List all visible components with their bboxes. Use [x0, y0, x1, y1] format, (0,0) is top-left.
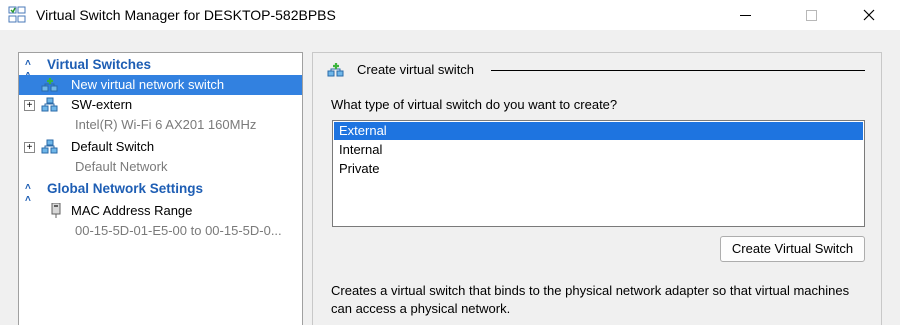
tree-item-default-switch[interactable]: + Default Switch: [19, 137, 302, 157]
header-divider: [491, 70, 865, 71]
tree-item-mac-address-range[interactable]: MAC Address Range: [19, 201, 302, 221]
expand-icon[interactable]: +: [24, 142, 35, 153]
minimize-button[interactable]: [722, 0, 768, 30]
tree-item-sw-extern[interactable]: + SW-extern: [19, 95, 302, 115]
add-network-icon: [327, 63, 344, 77]
network-switch-icon: [41, 97, 58, 112]
create-virtual-switch-button[interactable]: Create Virtual Switch: [720, 236, 865, 262]
tree-item-sublabel: 00-15-5D-01-E5-00 to 00-15-5D-0...: [19, 221, 302, 241]
tree-item-sublabel: Intel(R) Wi-Fi 6 AX201 160MHz: [19, 115, 302, 135]
close-icon: [863, 9, 875, 21]
tree-item-label: Default Switch: [71, 139, 155, 154]
dialog-body: ˄˄ Virtual Switches New virtual network …: [0, 30, 900, 325]
close-button[interactable]: [846, 0, 892, 30]
option-private[interactable]: Private: [334, 160, 863, 178]
minimize-icon: [739, 14, 751, 16]
expand-icon[interactable]: +: [24, 100, 35, 111]
section-label: Virtual Switches: [47, 57, 152, 72]
create-switch-panel: Create virtual switch What type of virtu…: [312, 52, 882, 325]
network-switch-icon: [41, 139, 58, 154]
maximize-icon: [805, 9, 817, 21]
switch-tree[interactable]: ˄˄ Virtual Switches New virtual network …: [18, 52, 303, 325]
option-internal[interactable]: Internal: [334, 141, 863, 159]
panel-title: Create virtual switch: [357, 62, 475, 77]
section-global-network-settings[interactable]: ˄ ˄ Global Network Settings: [19, 179, 302, 205]
tree-item-label: SW-extern: [71, 97, 133, 112]
switch-type-description: Creates a virtual switch that binds to t…: [331, 283, 850, 316]
switch-type-question: What type of virtual switch do you want …: [331, 97, 618, 112]
tree-item-label: MAC Address Range: [71, 203, 193, 218]
mac-address-icon: [51, 203, 61, 218]
switch-type-listbox[interactable]: External Internal Private: [332, 120, 865, 227]
tree-item-label: New virtual network switch: [71, 77, 225, 92]
tree-item-sublabel: Default Network: [19, 157, 302, 177]
window-title: Virtual Switch Manager for DESKTOP-582BP…: [36, 7, 336, 23]
title-bar: Virtual Switch Manager for DESKTOP-582BP…: [0, 0, 900, 30]
section-label: Global Network Settings: [47, 181, 204, 196]
add-network-icon: [41, 78, 58, 92]
mac-range-value: 00-15-5D-01-E5-00 to 00-15-5D-0...: [75, 223, 282, 238]
network-name: Default Network: [75, 159, 168, 174]
maximize-button[interactable]: [788, 0, 834, 30]
option-external[interactable]: External: [334, 122, 863, 140]
virtual-switch-manager-icon: [8, 6, 26, 23]
tree-item-new-virtual-network-switch[interactable]: New virtual network switch: [19, 75, 302, 95]
section-virtual-switches[interactable]: ˄˄ Virtual Switches: [19, 55, 302, 81]
adapter-name: Intel(R) Wi-Fi 6 AX201 160MHz: [75, 117, 257, 132]
